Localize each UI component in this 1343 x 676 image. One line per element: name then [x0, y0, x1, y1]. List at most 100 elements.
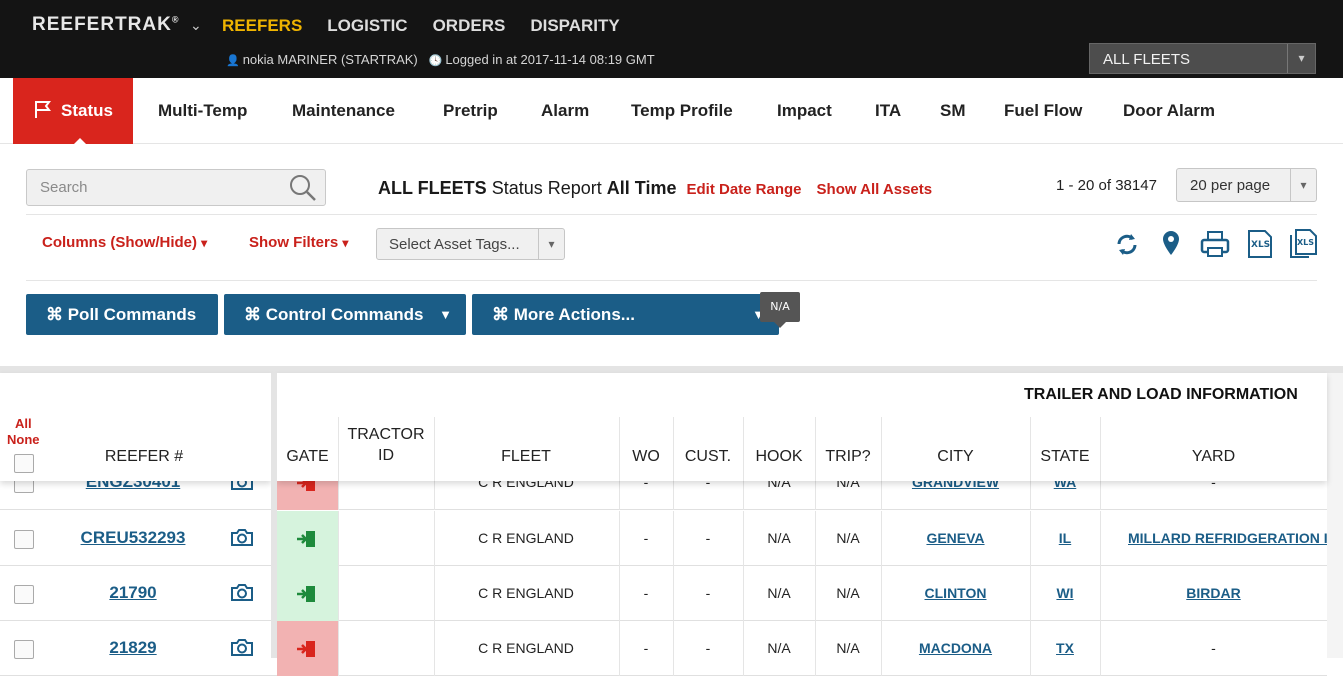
column-divider	[815, 511, 816, 566]
tab-alarm[interactable]: Alarm	[541, 78, 589, 144]
column-header-tractor-id[interactable]: TRACTOR ID	[342, 424, 430, 466]
print-icon[interactable]	[1200, 228, 1230, 260]
cell-hook: N/A	[767, 529, 791, 546]
user-name: nokia MARINER (STARTRAK)	[242, 52, 418, 67]
frozen-column-divider[interactable]	[271, 373, 277, 658]
row-checkbox[interactable]	[14, 639, 34, 659]
column-divider	[673, 566, 674, 621]
refresh-icon[interactable]	[1112, 228, 1142, 260]
row-checkbox[interactable]	[14, 584, 34, 604]
column-header-wo[interactable]: WO	[619, 446, 673, 467]
show-filters-toggle[interactable]: Show Filters ▾	[249, 234, 348, 251]
tab-temp-profile[interactable]: Temp Profile	[631, 78, 733, 144]
column-header-gate[interactable]: GATE	[277, 446, 338, 467]
camera-icon[interactable]	[230, 527, 254, 547]
tooltip: N/A	[760, 292, 800, 328]
show-all-assets-link[interactable]: Show All Assets	[817, 181, 933, 198]
chevron-down-icon: ▾	[1287, 44, 1315, 73]
column-header-yard[interactable]: YARD	[1100, 446, 1327, 467]
cell-state[interactable]: WI	[1030, 585, 1100, 601]
select-all-checkbox[interactable]	[14, 454, 34, 473]
cell-yard[interactable]: MILLARD REFRIDGERATION I	[1100, 530, 1327, 546]
header-divider	[338, 417, 339, 481]
tab-impact[interactable]: Impact	[777, 78, 832, 144]
more-actions-button[interactable]: ⌘ More Actions... ▼	[472, 294, 779, 335]
brand-logo[interactable]: REEFERTRAK®	[32, 14, 179, 36]
cell-state[interactable]: TX	[1030, 640, 1100, 656]
select-all-link[interactable]: All	[7, 416, 40, 432]
column-divider	[338, 511, 339, 566]
xls-export-all-icon[interactable]: XLS	[1289, 228, 1319, 260]
tab-bar: Status Multi-Temp Maintenance Pretrip Al…	[0, 78, 1343, 145]
camera-icon[interactable]	[230, 582, 254, 602]
column-divider	[881, 621, 882, 676]
column-header-cust[interactable]: CUST.	[673, 446, 743, 467]
tab-sm[interactable]: SM	[940, 78, 966, 144]
per-page-select[interactable]: 20 per page ▾	[1176, 168, 1317, 202]
tab-ita[interactable]: ITA	[875, 78, 901, 144]
map-pin-icon[interactable]	[1156, 228, 1186, 260]
cell-wo: -	[643, 529, 649, 546]
cell-city[interactable]: MACDONA	[881, 640, 1030, 656]
column-header-city[interactable]: CITY	[881, 446, 1030, 467]
cell-fleet: C R ENGLAND	[478, 639, 574, 656]
topnav-logistic[interactable]: LOGISTIC	[327, 16, 407, 36]
reefer-link[interactable]: 21790	[60, 583, 206, 603]
column-header-hook[interactable]: HOOK	[743, 446, 815, 467]
tab-multi-temp[interactable]: Multi-Temp	[158, 78, 247, 144]
fleet-select-value: ALL FLEETS	[1103, 51, 1190, 68]
asset-tags-select[interactable]: Select Asset Tags... ▾	[376, 228, 565, 260]
cell-yard[interactable]: BIRDAR	[1100, 585, 1327, 601]
cell-trip: N/A	[836, 584, 860, 601]
columns-toggle[interactable]: Columns (Show/Hide) ▾	[42, 234, 207, 251]
top-nav: REEFERS LOGISTIC ORDERS DISPARITY	[222, 16, 645, 36]
column-divider	[434, 566, 435, 621]
cell-city[interactable]: GENEVA	[881, 530, 1030, 546]
chevron-down-icon: ▼	[439, 307, 452, 322]
header-divider	[881, 417, 882, 481]
column-header-state[interactable]: STATE	[1030, 446, 1100, 467]
xls-export-icon[interactable]: XLS	[1245, 228, 1275, 260]
cell-city[interactable]: CLINTON	[881, 585, 1030, 601]
search-icon[interactable]	[289, 174, 317, 202]
row-checkbox[interactable]	[14, 529, 34, 549]
cell-fleet: C R ENGLAND	[478, 584, 574, 601]
topnav-reefers[interactable]: REEFERS	[222, 16, 302, 36]
tab-status[interactable]: Status	[13, 78, 133, 145]
camera-icon[interactable]	[230, 637, 254, 657]
reefer-link[interactable]: CREU532293	[60, 528, 206, 548]
column-header-fleet[interactable]: FLEET	[434, 446, 618, 467]
tab-fuel-flow[interactable]: Fuel Flow	[1004, 78, 1082, 144]
column-header-trip[interactable]: TRIP?	[815, 446, 881, 467]
column-divider	[1100, 511, 1101, 566]
gate-door-icon	[297, 585, 315, 602]
column-divider	[743, 621, 744, 676]
column-header-reefer[interactable]: REEFER #	[84, 446, 204, 467]
topnav-orders[interactable]: ORDERS	[433, 16, 506, 36]
fleet-select[interactable]: ALL FLEETS ▾	[1089, 43, 1316, 74]
group-header-trailer-load: TRAILER AND LOAD INFORMATION	[1024, 386, 1298, 403]
select-none-link[interactable]: None	[7, 432, 40, 448]
column-divider	[881, 566, 882, 621]
divider	[26, 280, 1317, 281]
control-commands-button[interactable]: ⌘ Control Commands ▼	[224, 294, 466, 335]
tab-pretrip[interactable]: Pretrip	[443, 78, 498, 144]
tab-door-alarm[interactable]: Door Alarm	[1123, 78, 1215, 144]
cell-yard: -	[1211, 639, 1216, 656]
select-all-none: All None	[7, 416, 40, 448]
chevron-down-icon[interactable]: ⌄	[190, 18, 202, 34]
search-input[interactable]: Search	[26, 169, 326, 206]
column-divider	[338, 621, 339, 676]
vertical-scrollbar[interactable]	[1327, 373, 1343, 658]
cell-state[interactable]: IL	[1030, 530, 1100, 546]
edit-date-range-link[interactable]: Edit Date Range	[686, 181, 801, 198]
header-divider	[673, 417, 674, 481]
user-info: 👤 nokia MARINER (STARTRAK) 🕓 Logged in at …	[226, 52, 655, 67]
column-divider	[1100, 621, 1101, 676]
topnav-disparity[interactable]: DISPARITY	[530, 16, 619, 36]
reefer-link[interactable]: 21829	[60, 638, 206, 658]
login-time: Logged in at 2017-11-14 08:19 GMT	[445, 52, 655, 67]
section-divider	[0, 366, 1343, 373]
tab-maintenance[interactable]: Maintenance	[292, 78, 395, 144]
poll-commands-button[interactable]: ⌘ Poll Commands	[26, 294, 218, 335]
